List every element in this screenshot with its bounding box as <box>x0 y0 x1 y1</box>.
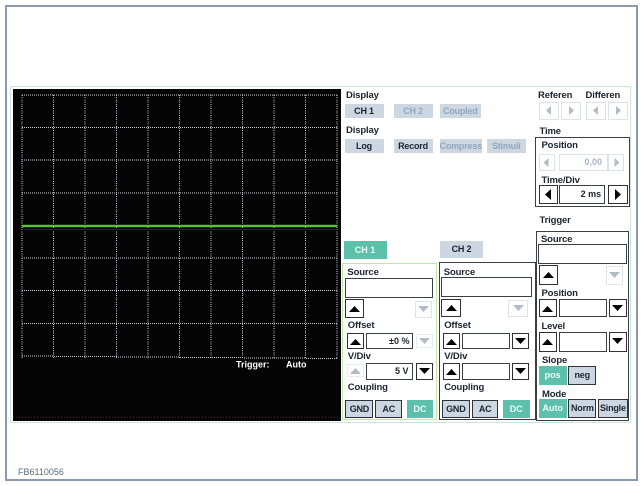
svg-text:Trigger:: Trigger: <box>236 360 270 370</box>
svg-text:Auto: Auto <box>286 360 307 370</box>
